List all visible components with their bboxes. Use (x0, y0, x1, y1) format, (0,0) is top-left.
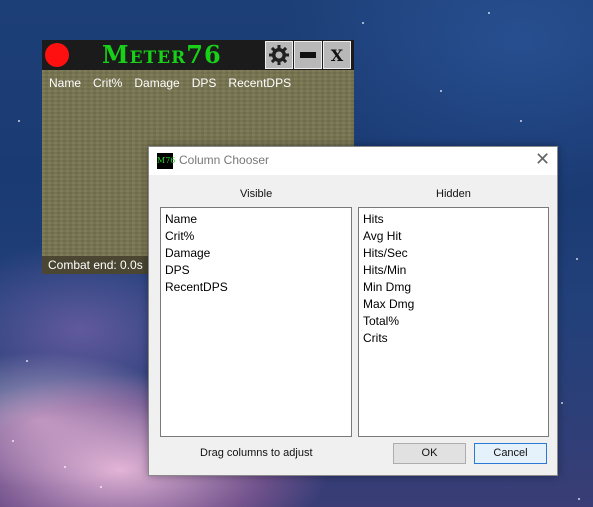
list-item[interactable]: Damage (165, 245, 347, 262)
column-header-crit[interactable]: Crit% (93, 76, 122, 90)
star (520, 120, 522, 122)
meter-titlebar[interactable]: Meter76 X (42, 40, 354, 70)
star (18, 120, 20, 122)
app-logo-icon: M76 (157, 153, 175, 169)
list-item[interactable]: Hits (363, 211, 544, 228)
list-item[interactable]: Crits (363, 330, 544, 347)
star (12, 440, 14, 442)
minimize-button[interactable] (294, 41, 322, 69)
visible-columns-list[interactable]: Name Crit% Damage DPS RecentDPS (160, 207, 352, 437)
star (488, 12, 490, 14)
star (578, 498, 580, 500)
star (362, 22, 364, 24)
list-item[interactable]: Avg Hit (363, 228, 544, 245)
list-item[interactable]: Crit% (165, 228, 347, 245)
star (100, 486, 102, 488)
ok-button[interactable]: OK (393, 443, 466, 464)
hidden-header: Hidden (436, 188, 471, 200)
drag-hint: Drag columns to adjust (200, 447, 313, 459)
star (440, 90, 442, 92)
column-headers: Name Crit% Damage DPS RecentDPS (49, 76, 291, 90)
dialog-close-icon[interactable]: ✕ (535, 149, 550, 171)
list-item[interactable]: DPS (165, 262, 347, 279)
dialog-title: Column Chooser (179, 153, 270, 167)
meter-title: Meter76 (102, 40, 222, 69)
gear-icon (269, 45, 289, 65)
list-item[interactable]: Min Dmg (363, 279, 544, 296)
dialog-titlebar[interactable]: M76 Column Chooser ✕ (149, 147, 557, 175)
cancel-button[interactable]: Cancel (474, 443, 547, 464)
column-header-damage[interactable]: Damage (134, 76, 179, 90)
star (26, 360, 28, 362)
star (561, 402, 563, 404)
hidden-columns-list[interactable]: Hits Avg Hit Hits/Sec Hits/Min Min Dmg M… (358, 207, 549, 437)
list-item[interactable]: Name (165, 211, 347, 228)
column-header-dps[interactable]: DPS (192, 76, 217, 90)
list-item[interactable]: Hits/Min (363, 262, 544, 279)
minimize-icon (300, 52, 316, 58)
close-button[interactable]: X (323, 41, 351, 69)
list-item[interactable]: Hits/Sec (363, 245, 544, 262)
list-item[interactable]: Total% (363, 313, 544, 330)
column-header-recentdps[interactable]: RecentDPS (228, 76, 291, 90)
star (576, 258, 578, 260)
column-header-name[interactable]: Name (49, 76, 81, 90)
list-item[interactable]: RecentDPS (165, 279, 347, 296)
close-icon: X (330, 45, 344, 65)
settings-button[interactable] (265, 41, 293, 69)
visible-header: Visible (240, 188, 273, 200)
column-chooser-dialog: M76 Column Chooser ✕ Visible Hidden Name… (148, 146, 558, 476)
star (64, 466, 66, 468)
record-indicator-icon[interactable] (45, 43, 69, 67)
list-item[interactable]: Max Dmg (363, 296, 544, 313)
